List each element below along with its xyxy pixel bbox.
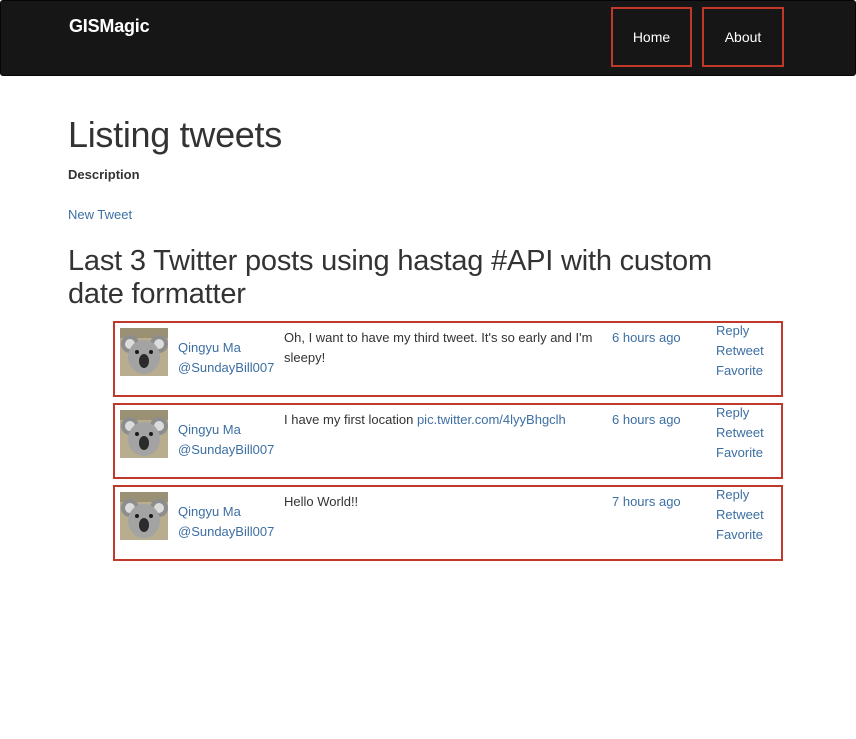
favorite-link[interactable]: Favorite (716, 443, 764, 463)
tweet-timestamp-link[interactable]: 6 hours ago (612, 410, 681, 430)
nav-about-link[interactable]: About (702, 7, 784, 67)
tweet-media-link[interactable]: pic.twitter.com/4lyyBhgclh (417, 412, 566, 427)
tweet-timestamp-link[interactable]: 6 hours ago (612, 328, 681, 348)
tweet-author: Qingyu Ma @SundayBill007 (178, 338, 274, 378)
reply-link[interactable]: Reply (716, 485, 764, 505)
author-name-link[interactable]: Qingyu Ma (178, 338, 274, 358)
tweet-card: Qingyu Ma @SundayBill007 Hello World!! 7… (113, 485, 783, 561)
retweet-link[interactable]: Retweet (716, 423, 764, 443)
author-name-link[interactable]: Qingyu Ma (178, 420, 274, 440)
tweet-actions: Reply Retweet Favorite (716, 403, 764, 463)
tweet-text-content: Hello World!! (284, 494, 359, 509)
tweet-actions: Reply Retweet Favorite (716, 485, 764, 545)
koala-avatar-icon[interactable] (120, 328, 168, 376)
description-label: Description (68, 167, 140, 182)
tweet-text: Oh, I want to have my third tweet. It's … (284, 328, 614, 368)
reply-link[interactable]: Reply (716, 403, 764, 423)
tweet-card: Qingyu Ma @SundayBill007 I have my first… (113, 403, 783, 479)
reply-link[interactable]: Reply (716, 321, 764, 341)
tweet-text-content: I have my first location (284, 412, 417, 427)
tweet-actions: Reply Retweet Favorite (716, 321, 764, 381)
favorite-link[interactable]: Favorite (716, 525, 764, 545)
koala-avatar-icon[interactable] (120, 492, 168, 540)
author-handle-link[interactable]: @SundayBill007 (178, 358, 274, 378)
favorite-link[interactable]: Favorite (716, 361, 764, 381)
retweet-link[interactable]: Retweet (716, 505, 764, 525)
author-handle-link[interactable]: @SundayBill007 (178, 440, 274, 460)
tweet-text: I have my first location pic.twitter.com… (284, 410, 614, 430)
retweet-link[interactable]: Retweet (716, 341, 764, 361)
nav-home-link[interactable]: Home (611, 7, 692, 67)
author-name-link[interactable]: Qingyu Ma (178, 502, 274, 522)
new-tweet-link[interactable]: New Tweet (68, 207, 132, 222)
tweet-author: Qingyu Ma @SundayBill007 (178, 420, 274, 460)
tweet-text: Hello World!! (284, 492, 614, 512)
tweet-timestamp-link[interactable]: 7 hours ago (612, 492, 681, 512)
koala-avatar-icon[interactable] (120, 410, 168, 458)
tweet-author: Qingyu Ma @SundayBill007 (178, 502, 274, 542)
tweet-text-content: Oh, I want to have my third tweet. It's … (284, 330, 593, 365)
brand-logo[interactable]: GISMagic (69, 16, 150, 37)
tweet-card: Qingyu Ma @SundayBill007 Oh, I want to h… (113, 321, 783, 397)
author-handle-link[interactable]: @SundayBill007 (178, 522, 274, 542)
page-title: Listing tweets (68, 114, 282, 155)
section-title: Last 3 Twitter posts using hastag #API w… (68, 245, 712, 310)
navbar: GISMagic Home About (0, 0, 856, 76)
